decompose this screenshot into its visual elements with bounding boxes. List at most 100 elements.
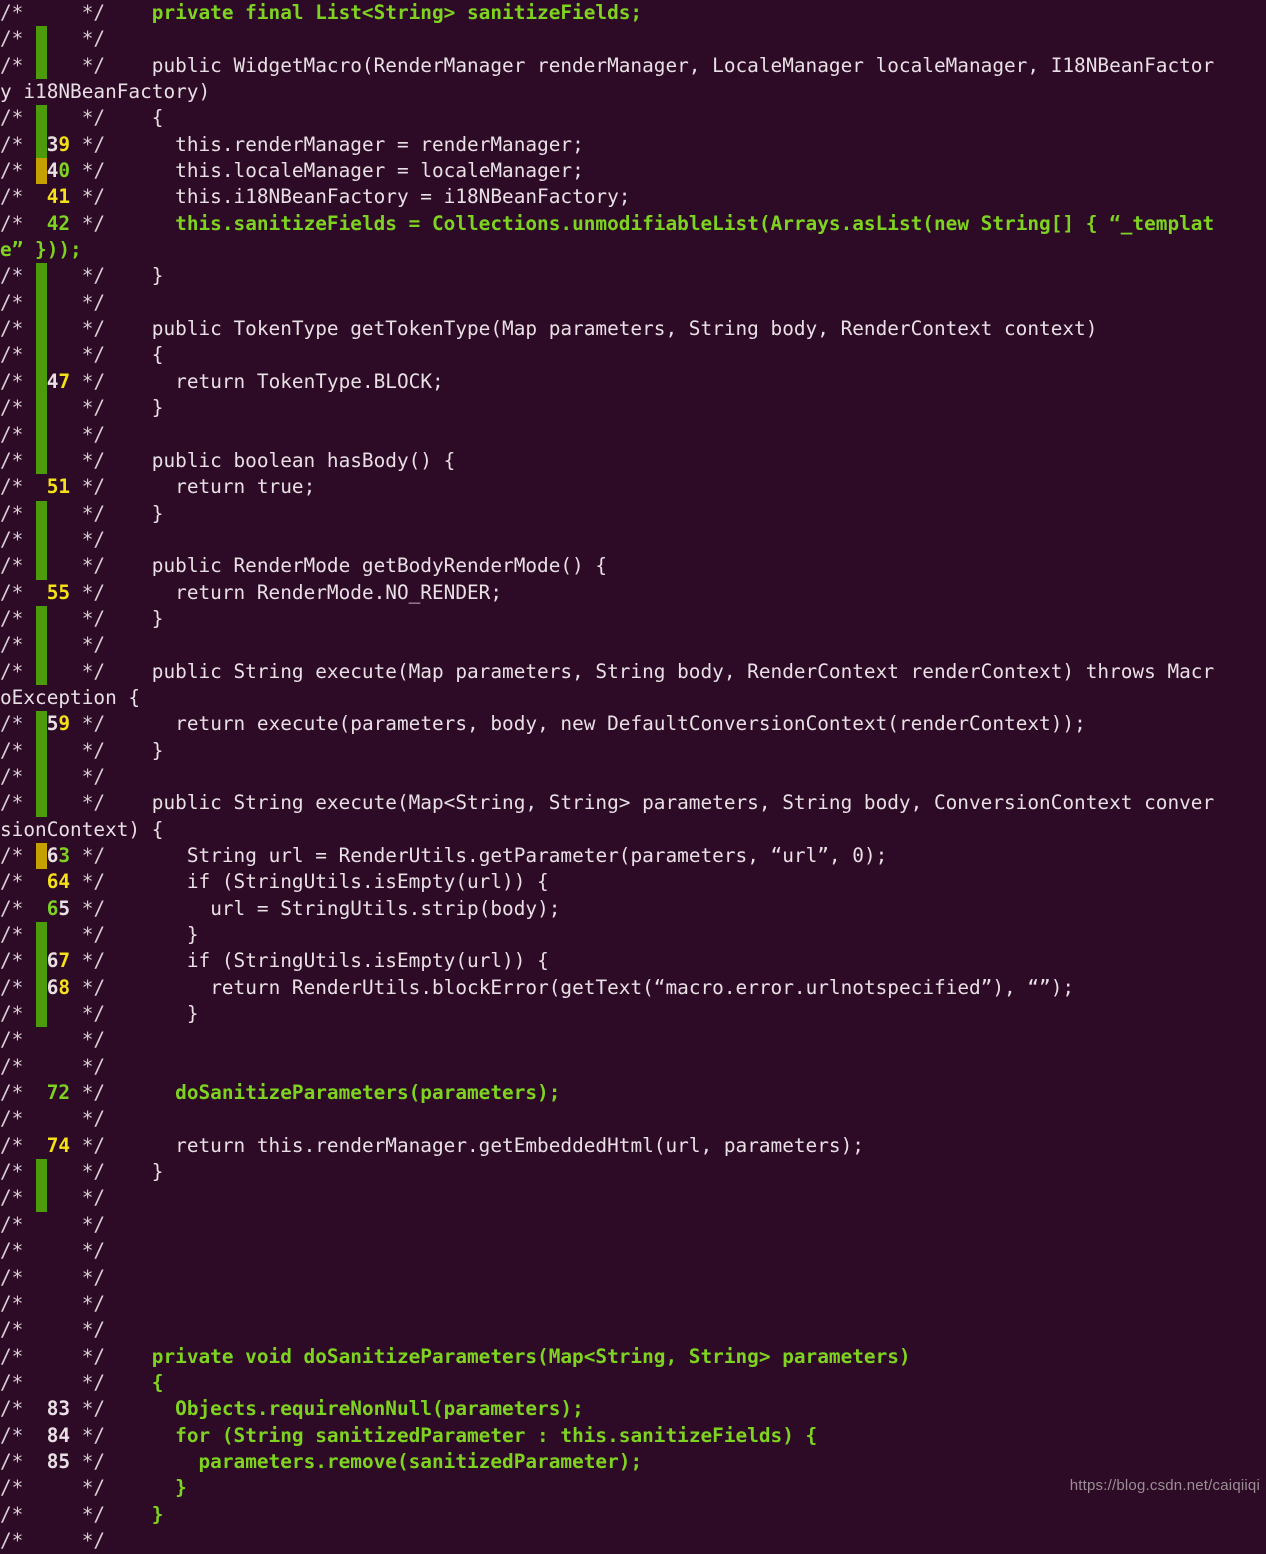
coverage-bar xyxy=(36,1238,47,1264)
code-line[interactable]: /* */ xyxy=(0,1054,1266,1080)
code-line[interactable]: /* */ } xyxy=(0,605,1266,633)
coverage-bar xyxy=(36,1502,47,1528)
gutter-close-marker: */ xyxy=(70,1502,106,1526)
code-line[interactable]: sionContext) { xyxy=(0,817,1266,843)
line-source: } xyxy=(105,1502,164,1526)
code-line[interactable]: /* */ xyxy=(0,1265,1266,1291)
code-line[interactable]: /* 65 */ url = StringUtils.strip(body); xyxy=(0,896,1266,922)
code-line[interactable]: /* */ xyxy=(0,1212,1266,1238)
code-line[interactable]: /* */ xyxy=(0,526,1266,554)
gutter-close-marker: */ xyxy=(70,132,106,156)
code-line[interactable]: /* */ } xyxy=(0,500,1266,527)
code-line[interactable]: /* */ xyxy=(0,1528,1266,1554)
gutter-open-marker: /* xyxy=(0,1449,24,1473)
code-line[interactable]: /* */ public RenderMode getBodyRenderMod… xyxy=(0,553,1266,580)
code-line[interactable]: /* */ private void doSanitizeParameters(… xyxy=(0,1344,1266,1370)
code-line[interactable]: /* 40 */ this.localeManager = localeMana… xyxy=(0,158,1266,185)
code-line[interactable]: e” })); xyxy=(0,237,1266,263)
coverage-bar xyxy=(36,948,47,975)
code-line[interactable]: /* */ xyxy=(0,26,1266,53)
code-line[interactable]: /* 83 */ Objects.requireNonNull(paramete… xyxy=(0,1396,1266,1422)
line-number-digit: 83 xyxy=(46,1397,71,1421)
gutter-close-marker: */ xyxy=(70,1476,106,1500)
gutter-close-marker: */ xyxy=(70,923,106,947)
code-line[interactable]: /* 63 */ String url = RenderUtils.getPar… xyxy=(0,843,1266,870)
code-line[interactable]: /* */ public String execute(Map<String, … xyxy=(0,790,1266,817)
code-line[interactable]: /* 67 */ if (StringUtils.isEmpty(url)) { xyxy=(0,948,1266,975)
code-line[interactable]: /* 41 */ this.i18NBeanFactory = i18NBean… xyxy=(0,184,1266,210)
gutter-open-marker: /* xyxy=(0,1133,24,1157)
code-line[interactable]: oException { xyxy=(0,685,1266,711)
line-number: 83 xyxy=(47,1397,70,1420)
gutter-open-marker: /* xyxy=(0,448,24,472)
line-number: 63 xyxy=(47,844,70,867)
line-source: } xyxy=(105,606,164,630)
code-line[interactable]: /* 39 */ this.renderManager = renderMana… xyxy=(0,131,1266,159)
code-line[interactable]: /* */ public TokenType getTokenType(Map … xyxy=(0,316,1266,343)
coverage-report-viewer[interactable]: /* */ private final List<String> sanitiz… xyxy=(0,0,1266,1552)
gutter-close-marker: */ xyxy=(70,633,106,657)
code-line[interactable]: /* */ xyxy=(0,1291,1266,1317)
source-code-listing[interactable]: /* */ private final List<String> sanitiz… xyxy=(0,0,1266,1554)
code-line[interactable]: /* */ } xyxy=(0,1159,1266,1186)
code-line[interactable]: /* */ public WidgetMacro(RenderManager r… xyxy=(0,52,1266,80)
line-number: 40 xyxy=(47,159,70,182)
line-source: private void doSanitizeParameters(Map<St… xyxy=(105,1344,911,1368)
code-line[interactable]: /* */ { xyxy=(0,105,1266,132)
coverage-bar xyxy=(36,658,47,685)
code-line[interactable]: /* */ } xyxy=(0,922,1266,949)
code-line[interactable]: /* */ xyxy=(0,1106,1266,1132)
code-line[interactable]: /* */ xyxy=(0,1317,1266,1343)
code-line[interactable]: /* */ } xyxy=(0,1001,1266,1028)
code-line[interactable]: /* */ xyxy=(0,1185,1266,1212)
coverage-bar xyxy=(36,869,47,895)
coverage-bar xyxy=(36,211,47,237)
line-source: return TokenType.BLOCK; xyxy=(105,369,444,393)
code-line[interactable]: /* 55 */ return RenderMode.NO_RENDER; xyxy=(0,580,1266,606)
code-line[interactable]: /* 42 */ this.sanitizeFields = Collectio… xyxy=(0,211,1266,237)
line-source: Objects.requireNonNull(parameters); xyxy=(105,1397,584,1421)
code-line[interactable]: /* 74 */ return this.renderManager.getEm… xyxy=(0,1133,1266,1159)
code-line[interactable]: /* */ { xyxy=(0,1370,1266,1396)
code-line[interactable]: /* */ public boolean hasBody() { xyxy=(0,447,1266,475)
code-line[interactable]: /* */ xyxy=(0,421,1266,448)
code-line[interactable]: /* */ xyxy=(0,289,1266,317)
coverage-bar xyxy=(36,1001,47,1028)
code-line[interactable]: /* 64 */ if (StringUtils.isEmpty(url)) { xyxy=(0,869,1266,895)
gutter-close-marker: */ xyxy=(70,554,106,578)
code-line[interactable]: /* 51 */ return true; xyxy=(0,474,1266,500)
code-line[interactable]: /* */ } xyxy=(0,1502,1266,1528)
code-line[interactable]: /* */ private final List<String> sanitiz… xyxy=(0,0,1266,26)
code-line[interactable]: /* */ } xyxy=(0,263,1266,290)
coverage-bar xyxy=(36,580,47,606)
code-line[interactable]: /* 72 */ doSanitizeParameters(parameters… xyxy=(0,1080,1266,1106)
code-line[interactable]: /* */ xyxy=(0,1238,1266,1264)
code-line[interactable]: /* */ } xyxy=(0,395,1266,422)
line-number-digit: 9 xyxy=(58,132,71,156)
line-source: public String execute(Map<String, String… xyxy=(105,791,1215,815)
code-line[interactable]: y i18NBeanFactory) xyxy=(0,79,1266,105)
line-source: return this.renderManager.getEmbeddedHtm… xyxy=(105,1133,864,1157)
line-number-digit: 6 xyxy=(46,975,59,999)
code-line[interactable]: /* */ public String execute(Map paramete… xyxy=(0,658,1266,685)
gutter-close-marker: */ xyxy=(70,1449,106,1473)
gutter-open-marker: /* xyxy=(0,475,24,499)
code-line[interactable]: /* */ xyxy=(0,632,1266,659)
coverage-bar xyxy=(36,974,47,1002)
coverage-bar xyxy=(36,553,47,580)
code-line[interactable]: /* */ } xyxy=(0,737,1266,764)
gutter-open-marker: /* xyxy=(0,896,24,920)
code-line[interactable]: /* */ { xyxy=(0,342,1266,369)
code-line[interactable]: /* 68 */ return RenderUtils.blockError(g… xyxy=(0,974,1266,1002)
gutter-open-marker: /* xyxy=(0,580,24,604)
line-number-digit: 41 xyxy=(46,185,71,209)
code-line[interactable]: /* 85 */ parameters.remove(sanitizedPara… xyxy=(0,1449,1266,1475)
code-line[interactable]: /* 84 */ for (String sanitizedParameter … xyxy=(0,1423,1266,1449)
code-line[interactable]: /* */ xyxy=(0,763,1266,791)
code-line[interactable]: /* */ xyxy=(0,1027,1266,1053)
code-line[interactable]: /* 47 */ return TokenType.BLOCK; xyxy=(0,368,1266,396)
gutter-open-marker: /* xyxy=(0,317,24,341)
gutter-open-marker: /* xyxy=(0,369,24,393)
watermark: https://blog.csdn.net/caiqiiqi xyxy=(1069,1477,1260,1494)
code-line[interactable]: /* 59 */ return execute(parameters, body… xyxy=(0,711,1266,738)
